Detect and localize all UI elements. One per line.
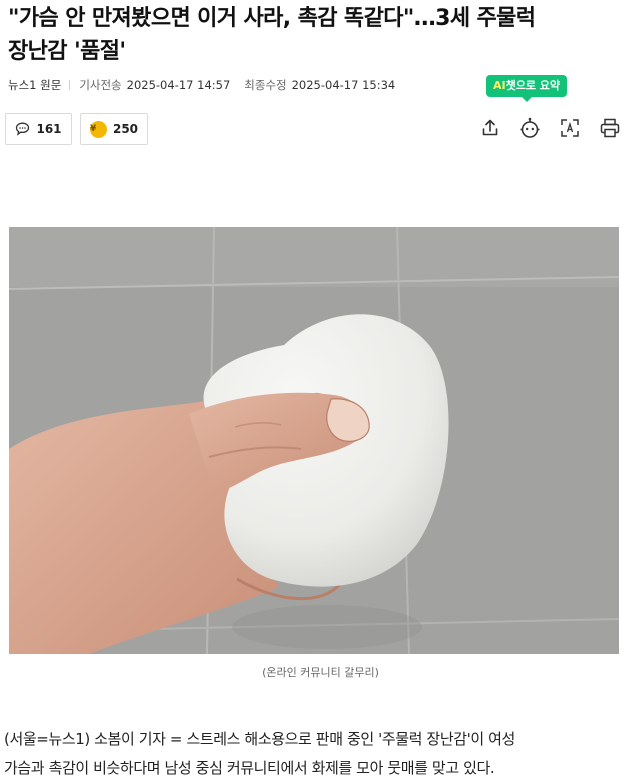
reward-button[interactable]: ¥ 250	[80, 113, 148, 145]
body-line-2: 가슴과 촉감이 비슷하다며 남성 중심 커뮤니티에서 화제를 모아 뭇매를 맞고…	[4, 759, 495, 777]
share-icon	[482, 119, 498, 136]
meta-divider	[69, 80, 71, 90]
share-button[interactable]	[478, 116, 502, 140]
article-photo	[9, 227, 619, 654]
ai-summary-tooltip[interactable]: AI챗으로 요약	[486, 75, 568, 102]
photo-caption: (온라인 커뮤니티 갈무리)	[262, 666, 379, 679]
article-body: (서울=뉴스1) 소봄이 기자 = 스트레스 해소용으로 판매 중인 '주물럭 …	[4, 725, 636, 783]
print-icon	[600, 118, 620, 138]
ai-label: AI	[493, 79, 506, 92]
coin-icon: ¥	[89, 120, 107, 138]
sent-label: 기사전송	[79, 78, 122, 92]
comment-count: 161	[36, 122, 62, 136]
chatbot-icon	[520, 117, 540, 138]
article-headline: "가슴 안 만져봤으면 이거 사라, 촉감 똑같다"…3세 주물럭 장난감 '품…	[8, 2, 628, 68]
comment-button[interactable]: 161	[5, 113, 72, 145]
ai-summary-badge[interactable]: AI챗으로 요약	[486, 75, 568, 102]
sent-time: 2025-04-17 14:57	[126, 78, 231, 92]
modified-label: 최종수정	[244, 78, 287, 92]
body-line-1: (서울=뉴스1) 소봄이 기자 = 스트레스 해소용으로 판매 중인 '주물럭 …	[4, 730, 515, 748]
headline-line-2: 장난감 '품절'	[8, 39, 126, 64]
press-name[interactable]: 뉴스1	[8, 77, 36, 93]
chatbot-button[interactable]	[518, 116, 542, 140]
ai-summary-label: 챗으로 요약	[505, 79, 561, 92]
font-size-icon	[561, 119, 579, 137]
font-size-button[interactable]	[558, 116, 582, 140]
original-link[interactable]: 원문	[40, 77, 61, 93]
headline-line-1: "가슴 안 만져봤으면 이거 사라, 촉감 똑같다"…3세 주물럭	[8, 6, 536, 31]
modified-time: 2025-04-17 15:34	[291, 78, 396, 92]
article-meta: 뉴스1 원문 기사전송 2025-04-17 14:57 최종수정 2025-0…	[8, 76, 409, 94]
reward-count: 250	[112, 122, 139, 136]
comment-icon	[15, 122, 30, 136]
print-button[interactable]	[598, 116, 622, 140]
